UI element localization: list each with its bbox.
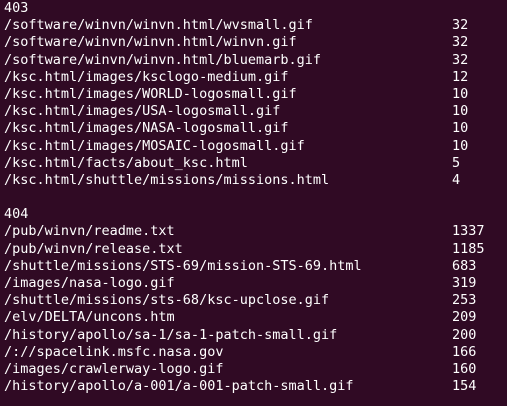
list-item: /images/nasa-logo.gif 319	[4, 275, 507, 292]
url-path: /shuttle/missions/sts-68/ksc-upclose.gif	[4, 292, 330, 309]
url-path: /pub/winvn/readme.txt	[4, 223, 175, 240]
hit-count: 32	[452, 17, 469, 34]
status-code-403: 403	[4, 0, 29, 16]
list-item: /software/winvn/winvn.html/bluemarb.gif 3…	[4, 52, 507, 69]
url-path: /ksc.html/images/NASA-logosmall.gif	[4, 120, 289, 137]
list-item: /ksc.html/shuttle/missions/missions.html…	[4, 172, 507, 189]
list-item: /ksc.html/images/MOSAIC-logosmall.gif 10	[4, 138, 507, 155]
url-path: /elv/DELTA/uncons.htm	[4, 309, 175, 326]
url-path: /history/apollo/a-001/a-001-patch-small.…	[4, 378, 354, 395]
list-item: /shuttle/missions/STS-69/mission-STS-69.…	[4, 258, 507, 275]
list-item: /ksc.html/facts/about_ksc.html 5	[4, 155, 507, 172]
list-item: /images/crawlerway-logo.gif 160	[4, 361, 507, 378]
hit-count: 10	[452, 137, 469, 154]
list-item: /history/apollo/a-001/a-001-patch-small.…	[4, 378, 507, 395]
hit-count: 160	[452, 360, 477, 377]
url-path: /ksc.html/facts/about_ksc.html	[4, 154, 248, 171]
url-path: /://spacelink.msfc.nasa.gov	[4, 343, 224, 360]
list-item: /history/apollo/sa-1/sa-1-patch-small.gi…	[4, 327, 507, 344]
hit-count: 4	[452, 171, 461, 188]
section-404: 404 /pub/winvn/readme.txt 1337 /pub/winvn…	[4, 206, 507, 395]
hit-count: 32	[452, 51, 469, 68]
terminal-window[interactable]: 403 /software/winvn/winvn.html/wvsmall.g…	[0, 0, 507, 406]
url-path: /history/apollo/sa-1/sa-1-patch-small.gi…	[4, 326, 338, 343]
hit-count: 5	[452, 154, 461, 171]
hit-count: 200	[452, 326, 477, 343]
url-path: /ksc.html/shuttle/missions/missions.html	[4, 171, 330, 188]
list-item: /software/winvn/winvn.html/winvn.gif 32	[4, 34, 507, 51]
list-item: /elv/DELTA/uncons.htm 209	[4, 309, 507, 326]
url-path: /ksc.html/images/USA-logosmall.gif	[4, 103, 281, 120]
hit-count: 12	[452, 68, 469, 85]
list-item: /pub/winvn/release.txt 1185	[4, 241, 507, 258]
section-403: 403 /software/winvn/winvn.html/wvsmall.g…	[4, 0, 507, 189]
list-item: /software/winvn/winvn.html/wvsmall.gif 32	[4, 17, 507, 34]
url-path: /shuttle/missions/STS-69/mission-STS-69.…	[4, 257, 362, 274]
url-path: /ksc.html/images/WORLD-logosmall.gif	[4, 85, 297, 102]
hit-count: 253	[452, 292, 477, 309]
url-path: /images/crawlerway-logo.gif	[4, 360, 224, 377]
url-path: /ksc.html/images/MOSAIC-logosmall.gif	[4, 137, 305, 154]
hit-count: 1337	[452, 223, 485, 240]
hit-count: 1185	[452, 240, 485, 257]
list-item: /pub/winvn/readme.txt 1337	[4, 223, 507, 240]
hit-count: 32	[452, 34, 469, 51]
hit-count: 166	[452, 343, 477, 360]
url-path: /software/winvn/winvn.html/bluemarb.gif	[4, 51, 321, 68]
url-path: /software/winvn/winvn.html/wvsmall.gif	[4, 17, 313, 34]
hit-count: 319	[452, 275, 477, 291]
list-item: /ksc.html/images/USA-logosmall.gif 10	[4, 103, 507, 120]
list-item: /://spacelink.msfc.nasa.gov 166	[4, 344, 507, 361]
url-path: /images/nasa-logo.gif	[4, 275, 175, 291]
hit-count: 10	[452, 103, 469, 120]
hit-count: 10	[452, 120, 469, 137]
list-item: /ksc.html/images/WORLD-logosmall.gif 10	[4, 86, 507, 103]
status-code-404: 404	[4, 206, 29, 223]
hit-count: 10	[452, 85, 469, 102]
hit-count: 154	[452, 378, 477, 395]
list-item: /ksc.html/images/NASA-logosmall.gif 10	[4, 120, 507, 137]
list-item: /shuttle/missions/sts-68/ksc-upclose.gif…	[4, 292, 507, 309]
url-path: /software/winvn/winvn.html/winvn.gif	[4, 34, 297, 51]
hit-count: 683	[452, 257, 477, 274]
url-path: /pub/winvn/release.txt	[4, 240, 183, 257]
hit-count: 209	[452, 309, 477, 326]
url-path: /ksc.html/images/ksclogo-medium.gif	[4, 68, 289, 85]
list-item: /ksc.html/images/ksclogo-medium.gif 12	[4, 69, 507, 86]
